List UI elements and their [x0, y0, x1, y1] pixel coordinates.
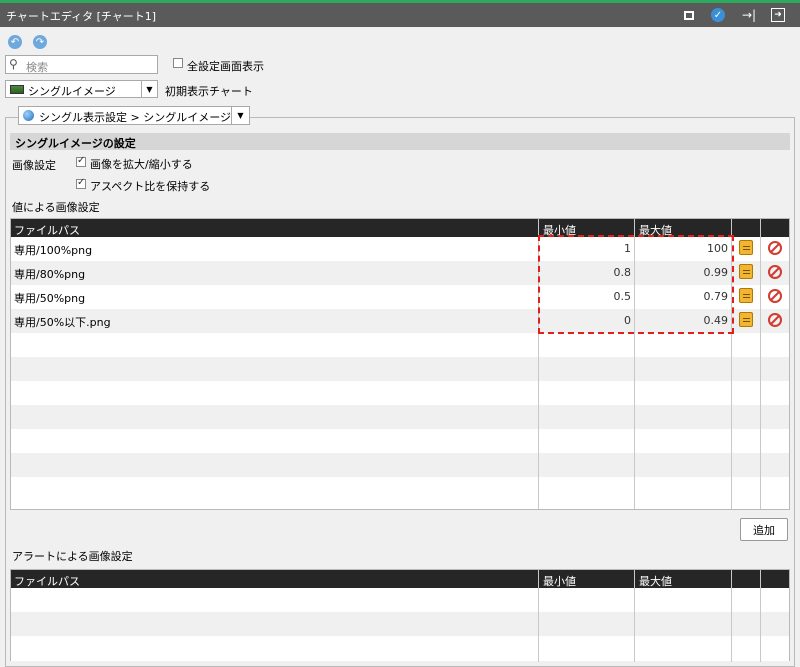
- window-title: チャートエディタ [チャート1]: [6, 10, 157, 23]
- globe-icon: [23, 110, 34, 121]
- display-setting-value: シングル表示設定 > シングルイメージ: [39, 111, 231, 124]
- column-header-min: 最小値: [543, 575, 576, 588]
- column-header-max: 最大値: [639, 224, 672, 237]
- file-path-cell: 専用/50%png: [14, 292, 86, 305]
- column-divider: [731, 570, 732, 662]
- column-divider: [538, 219, 539, 509]
- column-header-path: ファイルパス: [14, 575, 80, 588]
- show-all-checkbox[interactable]: [173, 58, 183, 68]
- min-value-cell[interactable]: 0.5: [541, 290, 632, 303]
- max-value-cell[interactable]: 100: [635, 242, 728, 255]
- alert-setting-label: アラートによる画像設定: [12, 550, 133, 563]
- empty-row: [11, 588, 789, 612]
- chevron-down-icon[interactable]: ▼: [141, 81, 157, 97]
- column-header-max: 最大値: [639, 575, 672, 588]
- exit-icon[interactable]: ➜: [770, 7, 786, 23]
- edit-icon[interactable]: [739, 312, 753, 327]
- show-all-label: 全設定画面表示: [187, 60, 264, 73]
- chevron-down-icon[interactable]: ▼: [231, 107, 249, 124]
- delete-icon[interactable]: [768, 313, 782, 327]
- section-title: シングルイメージの設定: [10, 133, 790, 150]
- table-row[interactable]: 専用/100%png 1 100: [11, 237, 789, 261]
- undo-icon[interactable]: ↶: [8, 35, 22, 49]
- add-button[interactable]: 追加: [740, 518, 788, 541]
- search-input[interactable]: ⚲ 検索: [5, 55, 158, 74]
- delete-icon[interactable]: [768, 241, 782, 255]
- empty-row: [11, 612, 789, 636]
- min-value-cell[interactable]: 0.8: [541, 266, 632, 279]
- table-row[interactable]: 専用/50%png 0.5 0.79: [11, 285, 789, 309]
- search-placeholder: 検索: [26, 61, 48, 74]
- max-value-cell[interactable]: 0.49: [635, 314, 729, 327]
- search-icon: ⚲: [9, 57, 18, 71]
- scale-label: 画像を拡大/縮小する: [90, 158, 193, 171]
- column-header-path: ファイルパス: [14, 224, 80, 237]
- check-icon[interactable]: ✓: [710, 7, 726, 23]
- title-bar: チャートエディタ [チャート1] ✓ →| ➜: [0, 0, 800, 27]
- delete-icon[interactable]: [768, 265, 782, 279]
- empty-row: [11, 636, 789, 660]
- value-setting-label: 値による画像設定: [12, 201, 100, 214]
- image-icon: [10, 85, 24, 94]
- table-row[interactable]: 専用/50%以下.png 0 0.49: [11, 309, 789, 333]
- column-divider: [634, 219, 635, 509]
- file-path-cell: 専用/80%png: [14, 268, 86, 281]
- min-value-cell[interactable]: 1: [541, 242, 631, 255]
- empty-row: [11, 453, 789, 477]
- max-value-cell[interactable]: 0.79: [635, 290, 729, 303]
- initial-chart-label: 初期表示チャート: [165, 85, 253, 98]
- pin-icon[interactable]: →|: [741, 7, 757, 23]
- table-header: ファイルパス 最小値 最大値: [11, 570, 789, 588]
- image-setting-label: 画像設定: [12, 159, 56, 172]
- file-path-cell: 専用/50%以下.png: [14, 316, 111, 329]
- column-divider: [760, 219, 761, 509]
- column-divider: [760, 570, 761, 662]
- min-value-cell[interactable]: 0: [541, 314, 631, 327]
- initial-chart-value: シングルイメージ: [28, 85, 116, 98]
- redo-icon[interactable]: ↷: [33, 35, 47, 49]
- alert-image-table: ファイルパス 最小値 最大値: [10, 569, 790, 662]
- column-divider: [634, 570, 635, 662]
- edit-icon[interactable]: [739, 288, 753, 303]
- column-divider: [538, 570, 539, 662]
- edit-icon[interactable]: [739, 240, 753, 255]
- edit-icon[interactable]: [739, 264, 753, 279]
- delete-icon[interactable]: [768, 289, 782, 303]
- aspect-checkbox[interactable]: [76, 177, 86, 189]
- value-image-table: ファイルパス 最小値 最大値 専用/100%png 1 100 専用/80%pn…: [10, 218, 790, 510]
- empty-row: [11, 357, 789, 381]
- max-value-cell[interactable]: 0.99: [635, 266, 729, 279]
- empty-row: [11, 381, 789, 405]
- empty-row: [11, 405, 789, 429]
- scale-checkbox[interactable]: [76, 155, 86, 167]
- display-setting-select[interactable]: シングル表示設定 > シングルイメージ ▼: [18, 106, 250, 125]
- column-divider: [731, 219, 732, 509]
- maximize-icon[interactable]: [681, 7, 697, 23]
- column-header-min: 最小値: [543, 224, 576, 237]
- aspect-label: アスペクト比を保持する: [90, 180, 211, 193]
- table-row[interactable]: 専用/80%png 0.8 0.99: [11, 261, 789, 285]
- empty-row: [11, 477, 789, 501]
- initial-chart-select[interactable]: シングルイメージ ▼: [5, 80, 158, 98]
- empty-row: [11, 429, 789, 453]
- empty-row: [11, 333, 789, 357]
- table-header: ファイルパス 最小値 最大値: [11, 219, 789, 237]
- file-path-cell: 専用/100%png: [14, 244, 93, 257]
